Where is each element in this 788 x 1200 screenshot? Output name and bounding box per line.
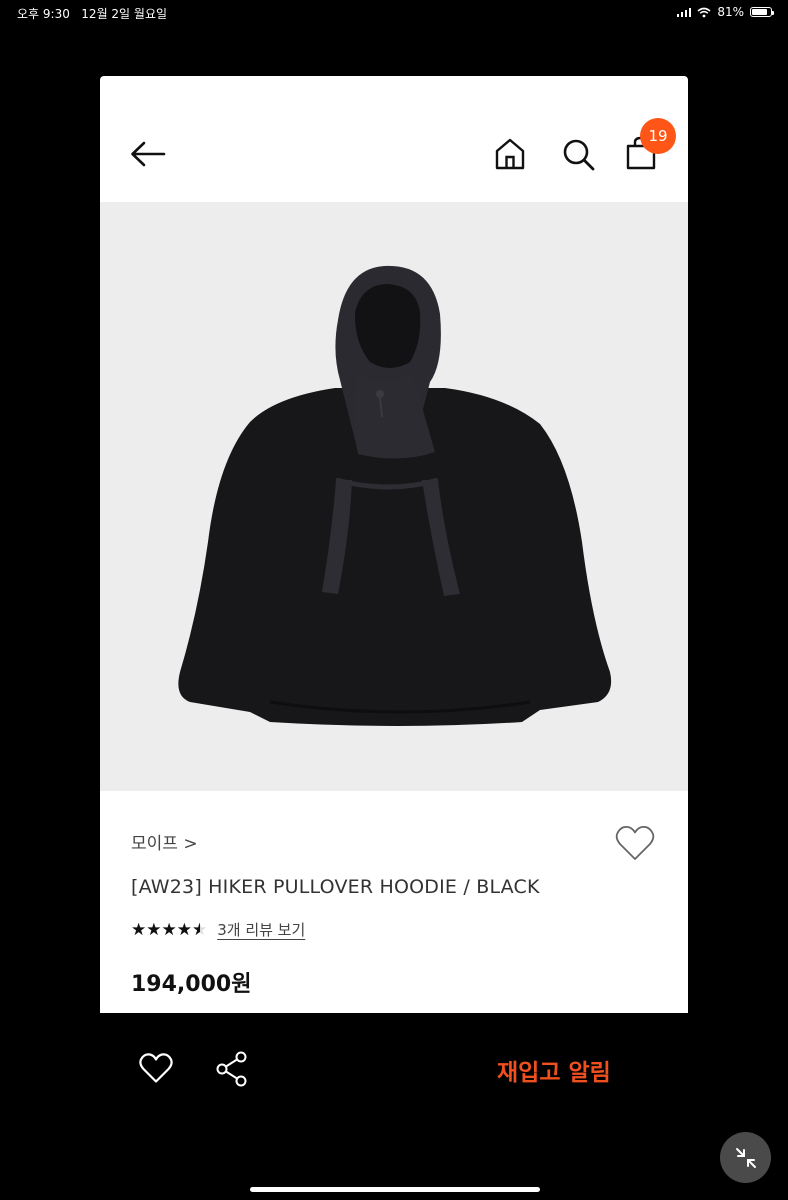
product-price: 194,000원 <box>131 972 252 997</box>
cellular-signal-icon <box>676 7 692 17</box>
status-time: 오후 9:30 <box>17 7 70 21</box>
restock-alert-button[interactable]: 재입고 알림 <box>497 1053 611 1087</box>
status-right: 81% <box>676 5 774 19</box>
arrow-left-icon[interactable] <box>128 138 168 170</box>
product-title: [AW23] HIKER PULLOVER HOODIE / BLACK <box>131 876 540 898</box>
home-icon[interactable] <box>493 137 527 171</box>
rating-row: ★★★★★ ★★★★★ 3개 리뷰 보기 <box>131 919 305 940</box>
status-left: 오후 9:30 12월 2일 월요일 <box>17 5 167 22</box>
review-link[interactable]: 3개 리뷰 보기 <box>217 919 305 940</box>
collapse-button[interactable] <box>720 1132 771 1183</box>
hoodie-illustration <box>178 265 612 726</box>
battery-icon <box>750 7 774 17</box>
rating-stars: ★★★★★ ★★★★★ <box>131 919 208 940</box>
heart-icon[interactable] <box>138 1052 174 1084</box>
brand-link[interactable]: 모이프 > <box>131 829 198 854</box>
product-card: 19 모이프 > [AW23] HIKER PULLOVER HOODIE / … <box>100 76 688 1013</box>
status-date: 12월 2일 월요일 <box>81 7 168 21</box>
product-image[interactable] <box>100 202 688 791</box>
bottom-action-bar <box>0 1013 788 1133</box>
share-icon[interactable] <box>214 1050 250 1088</box>
wifi-icon <box>697 7 711 17</box>
cart-count-badge: 19 <box>640 118 676 154</box>
heart-icon[interactable] <box>614 824 656 862</box>
top-nav-bar: 19 <box>100 76 688 202</box>
status-bar: 오후 9:30 12월 2일 월요일 81% <box>0 0 788 26</box>
home-indicator[interactable] <box>250 1187 540 1192</box>
search-icon[interactable] <box>561 137 597 173</box>
collapse-arrows-icon <box>735 1147 756 1168</box>
battery-percent: 81% <box>717 5 744 19</box>
